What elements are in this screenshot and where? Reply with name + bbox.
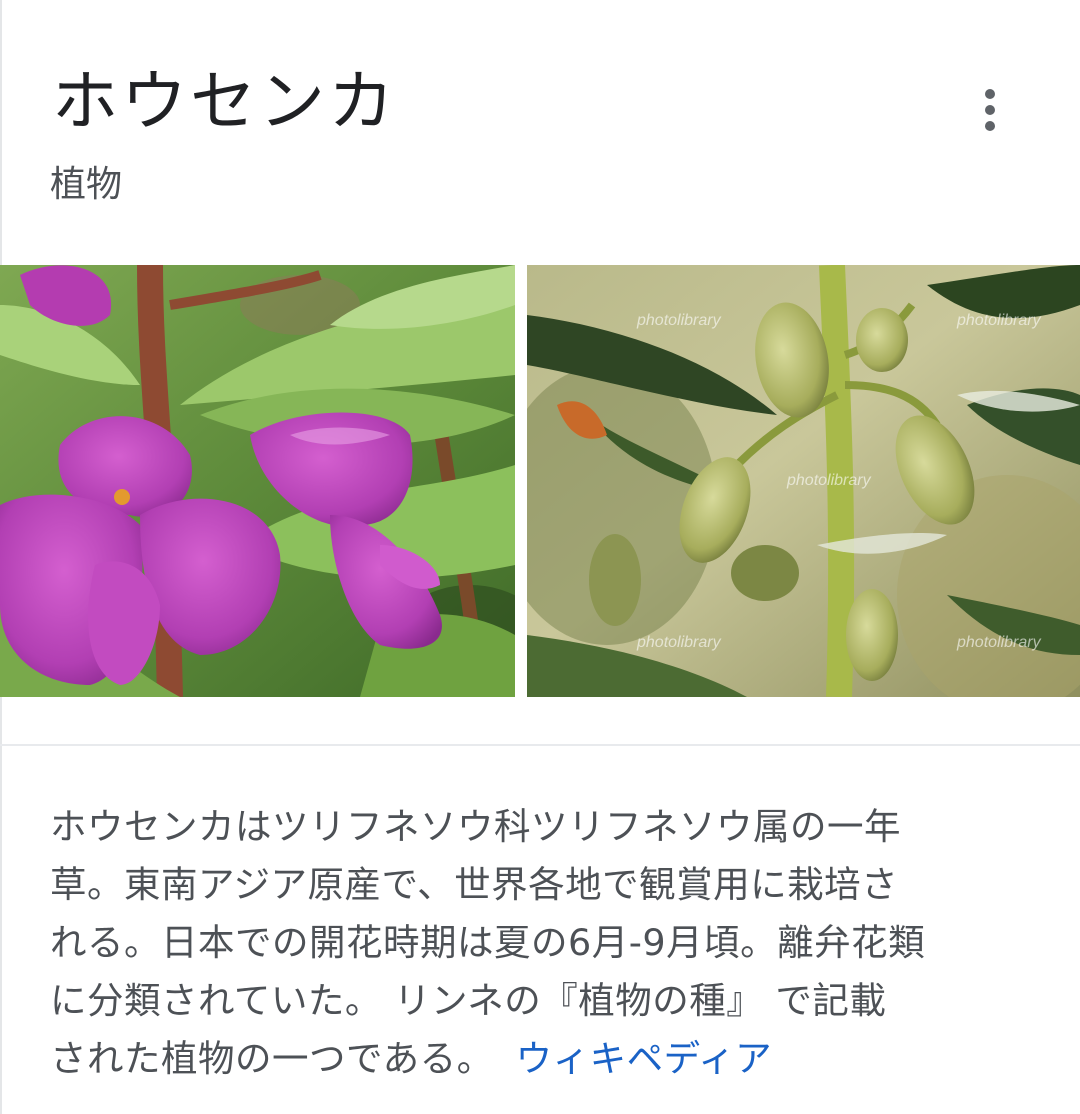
description-text: された植物の一つである。 bbox=[50, 1037, 494, 1080]
image-strip: photolibrary photolibrary photolibrary p… bbox=[0, 265, 1080, 697]
more-options-button[interactable] bbox=[958, 78, 1022, 142]
description-line: ホウセンカはツリフネソウ科ツリフネソウ属の一年 bbox=[50, 805, 901, 848]
panel-title: ホウセンカ bbox=[52, 63, 397, 140]
panel-subtitle: 植物 bbox=[50, 164, 123, 205]
more-vert-icon bbox=[985, 89, 995, 131]
watermark: photolibrary bbox=[636, 634, 722, 651]
flower-photo[interactable] bbox=[0, 265, 515, 697]
description-line: 草。東南アジア原産で、世界各地で観賞用に栽培さ bbox=[50, 863, 899, 906]
watermark: photolibrary bbox=[956, 634, 1042, 651]
description-line-last: された植物の一つである。 ウィキペディア bbox=[50, 1030, 1040, 1088]
seed-pod-photo[interactable]: photolibrary photolibrary photolibrary p… bbox=[527, 265, 1080, 697]
section-divider bbox=[0, 744, 1080, 746]
description-line: に分類されていた。 リンネの『植物の種』 で記載 bbox=[50, 979, 887, 1022]
description: ホウセンカはツリフネソウ科ツリフネソウ属の一年 草。東南アジア原産で、世界各地で… bbox=[50, 798, 1040, 1088]
watermark: photolibrary bbox=[786, 472, 872, 489]
watermark: photolibrary bbox=[636, 312, 722, 329]
wikipedia-source-link[interactable]: ウィキペディア bbox=[516, 1037, 772, 1080]
description-line: れる。日本での開花時期は夏の6月-9月頃。離弁花類 bbox=[50, 921, 926, 964]
watermark: photolibrary bbox=[956, 312, 1042, 329]
knowledge-panel: ホウセンカ 植物 photolibrary photolibrary photo… bbox=[0, 0, 1080, 1114]
